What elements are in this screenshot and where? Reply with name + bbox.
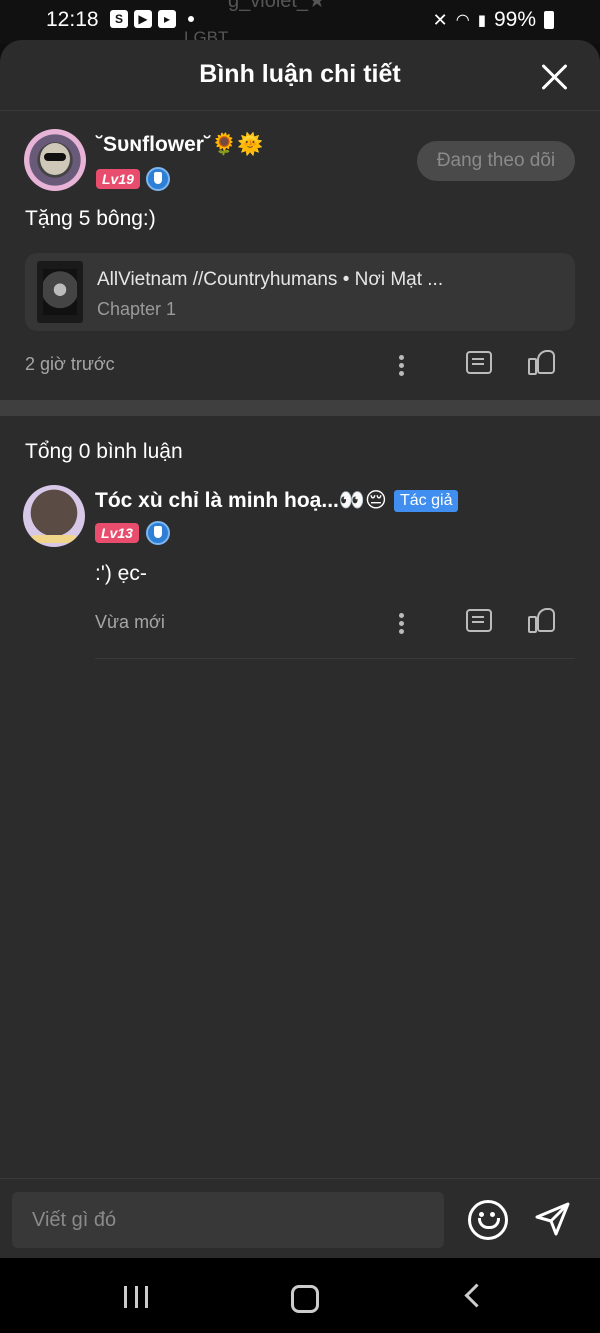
comment-detail-sheet: Bình luận chi tiết ˘Sᴜɴflower˘🌻🌞 Lv19 Đa… bbox=[0, 40, 600, 1258]
status-right: ✕ ◠ ▮ 99% bbox=[433, 8, 554, 32]
avatar[interactable] bbox=[24, 129, 86, 191]
shield-badge-icon bbox=[146, 167, 170, 191]
back-icon[interactable] bbox=[464, 1283, 489, 1308]
sheet-header: Bình luận chi tiết bbox=[0, 40, 600, 111]
main-comment: ˘Sᴜɴflower˘🌻🌞 Lv19 Đang theo dõi Tặng 5 … bbox=[0, 111, 600, 403]
notification-icons: S ▶ ▸ bbox=[110, 10, 194, 28]
battery-icon bbox=[544, 11, 554, 29]
author-tag: Tác giả bbox=[394, 490, 459, 512]
story-title: AllVietnam //Countryhumans • Nơi Mạt ... bbox=[97, 269, 444, 290]
reply-username[interactable]: Tóc xù chỉ là minh hoạ...👀😔 bbox=[95, 488, 387, 513]
reply-divider bbox=[95, 658, 575, 659]
like-icon[interactable] bbox=[528, 349, 555, 375]
shopping-bag-icon: S bbox=[110, 10, 128, 28]
home-icon[interactable] bbox=[291, 1285, 319, 1313]
story-cover bbox=[37, 261, 83, 323]
signal-icon: ▮ bbox=[477, 12, 486, 29]
mute-icon: ✕ bbox=[432, 9, 448, 30]
reply-reply-icon[interactable] bbox=[466, 609, 492, 632]
reply-text: :') ẹc- bbox=[95, 562, 147, 585]
reply-level-badge: Lv13 bbox=[95, 523, 139, 543]
comment-text: Tặng 5 bông:) bbox=[25, 207, 156, 230]
reply-avatar[interactable] bbox=[23, 485, 85, 547]
reply-shield-badge-icon bbox=[146, 521, 170, 545]
comment-time: 2 giờ trước bbox=[25, 354, 115, 374]
level-badge: Lv19 bbox=[96, 169, 140, 189]
reply-more-options-icon[interactable] bbox=[399, 610, 405, 640]
more-notifications-icon bbox=[188, 16, 194, 22]
system-nav-bar bbox=[0, 1258, 600, 1333]
reply-time: Vừa mới bbox=[95, 612, 165, 632]
backdrop-username: g_violet_★ bbox=[228, 0, 326, 12]
status-bar: g_violet_★ LGBT 12:18 S ▶ ▸ ✕ ◠ ▮ 99% bbox=[0, 0, 600, 47]
youtube-icon: ▶ bbox=[134, 10, 152, 28]
more-options-icon[interactable] bbox=[399, 352, 405, 382]
story-card[interactable]: AllVietnam //Countryhumans • Nơi Mạt ...… bbox=[25, 253, 575, 331]
send-icon[interactable] bbox=[534, 1200, 572, 1238]
close-icon[interactable] bbox=[540, 62, 570, 92]
status-time: 12:18 bbox=[46, 8, 99, 31]
battery-percent: 99% bbox=[493, 8, 536, 31]
video-call-icon: ▸ bbox=[158, 10, 176, 28]
following-button[interactable]: Đang theo dõi bbox=[417, 141, 575, 181]
comment-input-bar bbox=[0, 1178, 600, 1258]
recent-apps-icon[interactable] bbox=[124, 1286, 148, 1308]
comment-input[interactable] bbox=[12, 1192, 444, 1248]
reply-count: Tổng 0 bình luận bbox=[25, 440, 183, 463]
reply-icon[interactable] bbox=[466, 351, 492, 374]
sheet-title: Bình luận chi tiết bbox=[199, 60, 401, 88]
emoji-icon[interactable] bbox=[468, 1200, 508, 1240]
section-divider bbox=[0, 400, 600, 416]
comment-username[interactable]: ˘Sᴜɴflower˘🌻🌞 bbox=[96, 133, 263, 157]
story-chapter: Chapter 1 bbox=[97, 299, 177, 319]
wifi-icon: ◠ bbox=[455, 12, 470, 29]
reply-like-icon[interactable] bbox=[528, 607, 555, 633]
